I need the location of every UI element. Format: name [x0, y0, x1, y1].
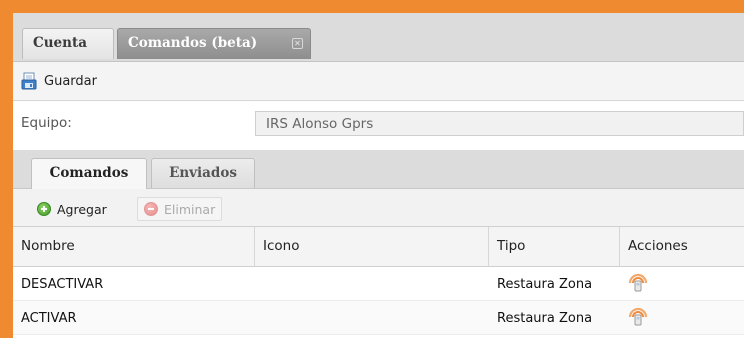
top-tab-bar: Cuenta Comandos (beta) ✕ [13, 13, 744, 62]
cell-acciones [620, 267, 744, 300]
remove-icon [144, 202, 158, 216]
cell-icono [255, 267, 489, 300]
table-row[interactable]: DESACTIVAR Restaura Zona [13, 267, 744, 301]
send-command-icon[interactable] [627, 306, 649, 328]
tab-enviados[interactable]: Enviados [151, 158, 255, 188]
delete-button-label: Eliminar [164, 201, 216, 217]
cell-tipo: Restaura Zona [497, 277, 593, 292]
save-icon [21, 72, 39, 90]
equipo-label: Equipo: [21, 115, 72, 131]
equipo-row: Equipo: [13, 101, 744, 145]
grid-toolbar: Agregar Eliminar [13, 189, 744, 227]
frame-border-top [0, 0, 744, 13]
tab-comandos-beta-label: Comandos (beta) [128, 35, 258, 51]
cell-nombre: DESACTIVAR [21, 277, 104, 292]
toolbar: Guardar [13, 62, 744, 101]
delete-button[interactable]: Eliminar [137, 197, 223, 221]
send-command-icon[interactable] [627, 272, 649, 294]
close-icon[interactable]: ✕ [292, 38, 303, 49]
window-frame: Cuenta Comandos (beta) ✕ Guardar Equipo:… [0, 0, 744, 338]
table-row[interactable]: ACTIVAR Restaura Zona [13, 301, 744, 335]
save-button-label: Guardar [44, 73, 97, 89]
save-button[interactable]: Guardar [21, 71, 97, 91]
add-button-label: Agregar [57, 201, 107, 217]
cell-tipo: Restaura Zona [497, 311, 593, 326]
inner-tab-bar: Comandos Enviados [13, 150, 744, 189]
cell-icono [255, 301, 489, 334]
column-header-tipo[interactable]: Tipo [489, 227, 620, 266]
tab-cuenta-label: Cuenta [33, 35, 87, 51]
column-header-icono[interactable]: Icono [255, 227, 489, 266]
tab-comandos[interactable]: Comandos [31, 158, 147, 189]
frame-border-left [0, 0, 13, 338]
column-header-acciones[interactable]: Acciones [620, 227, 744, 266]
cell-nombre: ACTIVAR [21, 311, 77, 326]
add-icon [37, 202, 51, 216]
tab-comandos-beta[interactable]: Comandos (beta) ✕ [117, 28, 311, 59]
tab-enviados-label: Enviados [169, 165, 237, 181]
tab-comandos-label: Comandos [49, 165, 129, 181]
main-panel: Cuenta Comandos (beta) ✕ Guardar Equipo:… [13, 13, 744, 338]
column-header-nombre[interactable]: Nombre [13, 227, 255, 266]
equipo-field[interactable] [255, 111, 744, 136]
tab-cuenta[interactable]: Cuenta [22, 28, 114, 59]
cell-acciones [620, 301, 744, 334]
grid-header: Nombre Icono Tipo Acciones [13, 227, 744, 267]
add-button[interactable]: Agregar [31, 197, 113, 221]
